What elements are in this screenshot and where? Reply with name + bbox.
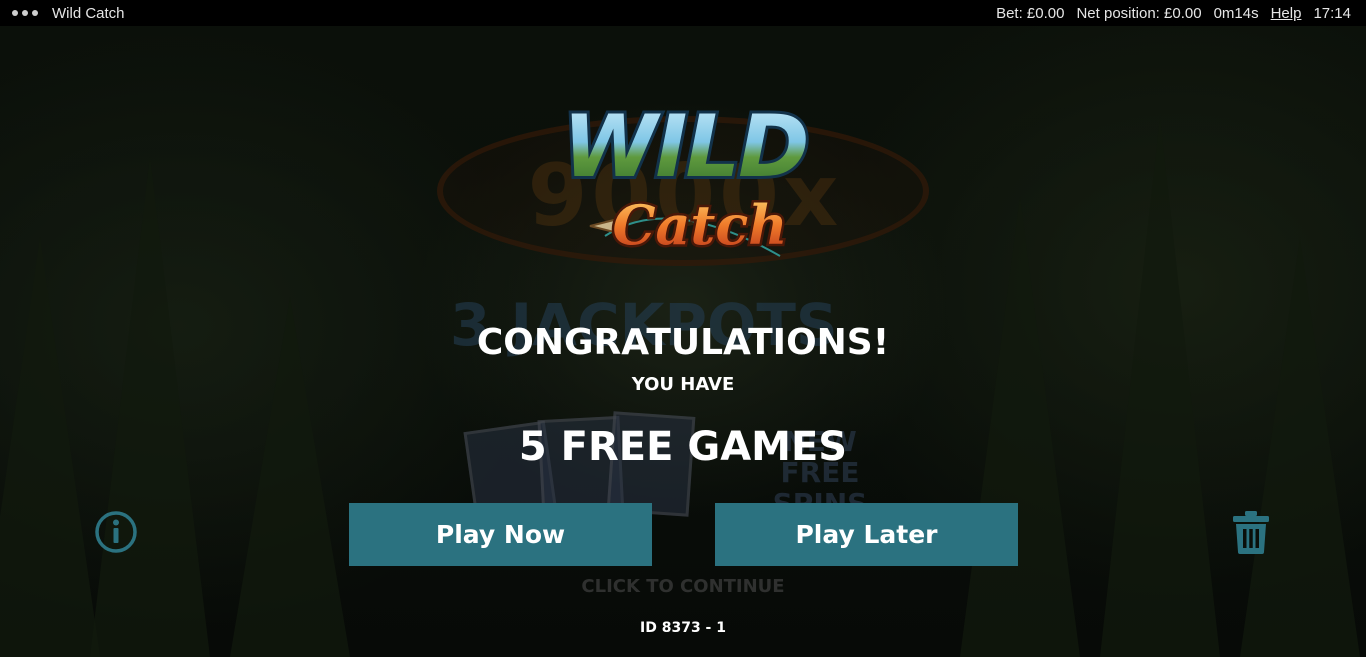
three-dots-menu-icon[interactable]	[12, 10, 42, 16]
game-stage[interactable]: 9000x 3 JACKPOTS NEW FREE SPINS FEATURES…	[0, 26, 1366, 657]
you-have-label: YOU HAVE	[631, 374, 735, 395]
logo-catch-text: Catch	[612, 193, 787, 257]
session-timer: 0m14s	[1213, 4, 1259, 22]
net-position: Net position: £0.00	[1076, 4, 1202, 22]
congratulations-heading: CONGRATULATIONS!	[476, 322, 890, 363]
top-status-bar: Wild Catch Bet: £0.00 Net position: £0.0…	[0, 0, 1366, 26]
clock: 17:14	[1313, 4, 1351, 22]
click-to-continue-hint[interactable]: CLICK TO CONTINUE	[0, 576, 1366, 597]
trash-icon[interactable]	[1232, 510, 1270, 554]
play-now-button[interactable]: Play Now	[349, 503, 652, 566]
free-games-award: 5 FREE GAMES	[518, 424, 848, 470]
help-link[interactable]: Help	[1271, 5, 1302, 22]
logo-wild-text: WILD	[562, 97, 807, 197]
session-info: Bet: £0.00 Net position: £0.00 0m14s Hel…	[996, 5, 1366, 22]
round-id: ID 8373 - 1	[640, 620, 726, 636]
play-later-button[interactable]: Play Later	[715, 503, 1018, 566]
wild-catch-logo: WILD Catch	[560, 94, 810, 260]
bet-amount: Bet: £0.00	[996, 4, 1065, 22]
window-title: Wild Catch	[52, 4, 125, 22]
info-icon[interactable]	[94, 510, 138, 554]
